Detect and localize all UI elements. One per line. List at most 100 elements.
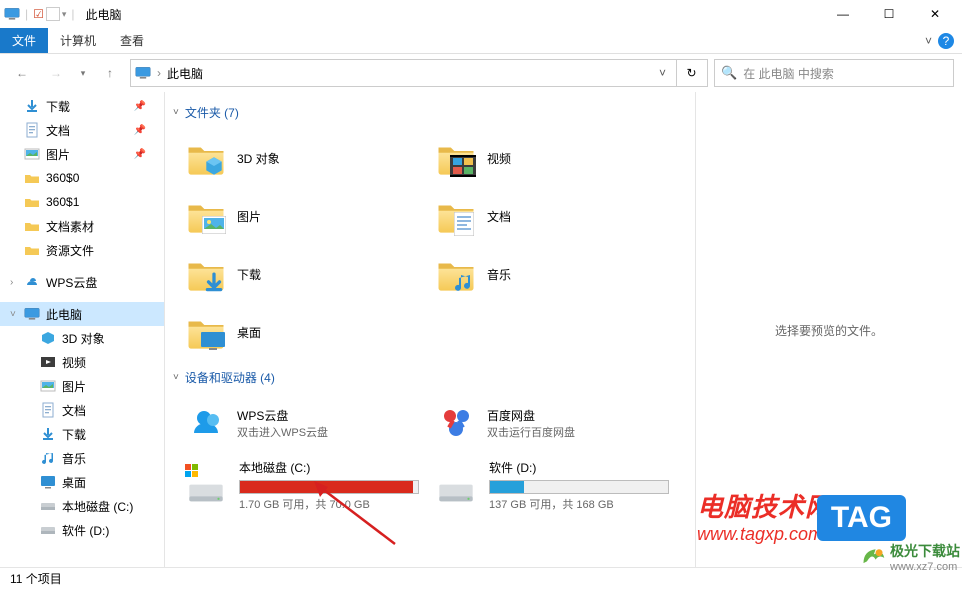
folder-item-图片[interactable]: 图片 — [169, 187, 419, 245]
window-title: 此电脑 — [86, 6, 122, 23]
search-input[interactable]: 🔍 在 此电脑 中搜索 — [714, 59, 954, 87]
group-devices-title: 设备和驱动器 (4) — [185, 369, 275, 386]
sidebar-item-文档素材[interactable]: 文档素材 — [0, 214, 164, 238]
nav-tree: 下载📌文档📌图片📌360$0360$1文档素材资源文件›WPS云盘˅此电脑3D … — [0, 92, 165, 568]
group-folders-title: 文件夹 (7) — [185, 104, 239, 121]
preview-pane: 选择要预览的文件。 — [695, 92, 962, 568]
breadcrumb[interactable]: 此电脑 — [167, 65, 203, 82]
sidebar-item-label: 此电脑 — [46, 306, 82, 323]
up-button[interactable]: ↑ — [96, 59, 124, 87]
sidebar-item-视频[interactable]: 视频 — [0, 350, 164, 374]
back-button[interactable]: ← — [8, 59, 36, 87]
qat-item-icon[interactable] — [46, 7, 60, 21]
drive-label: 本地磁盘 (C:) — [239, 459, 419, 476]
folder-icon — [183, 251, 229, 297]
search-placeholder: 在 此电脑 中搜索 — [743, 65, 834, 82]
maximize-button[interactable]: ☐ — [866, 0, 912, 28]
sidebar-item-label: 资源文件 — [46, 242, 94, 259]
ribbon-chevron-icon[interactable]: ˅ — [925, 34, 932, 48]
sidebar-item-label: 桌面 — [62, 474, 86, 491]
forward-button[interactable]: → — [42, 59, 70, 87]
sidebar-item-label: WPS云盘 — [46, 274, 97, 291]
group-devices-header[interactable]: ˅ 设备和驱动器 (4) — [169, 365, 691, 394]
pin-icon: 📌 — [134, 149, 146, 160]
folder-label: 下载 — [237, 266, 261, 283]
drive-usage-bar — [239, 480, 419, 494]
folder-label: 文档 — [487, 208, 511, 225]
folder-label: 音乐 — [487, 266, 511, 283]
pin-icon: 📌 — [134, 101, 146, 112]
pc-icon — [135, 65, 151, 81]
address-dropdown-icon[interactable]: ˅ — [653, 66, 672, 80]
app-sub: 双击运行百度网盘 — [487, 424, 575, 440]
sidebar-item-下载[interactable]: 下载 — [0, 422, 164, 446]
status-item-count: 11 个项目 — [10, 570, 62, 587]
sidebar-item-label: 音乐 — [62, 450, 86, 467]
folder-item-下载[interactable]: 下载 — [169, 245, 419, 303]
pc-icon — [4, 6, 20, 22]
sidebar-item-软件 (D:)[interactable]: 软件 (D:) — [0, 518, 164, 542]
sidebar-item-图片[interactable]: 图片 — [0, 374, 164, 398]
sidebar-item-文档[interactable]: 文档 — [0, 398, 164, 422]
pin-icon: 📌 — [134, 125, 146, 136]
sidebar-item-label: 文档 — [46, 122, 70, 139]
group-folders-header[interactable]: ˅ 文件夹 (7) — [169, 100, 691, 129]
folder-icon — [183, 309, 229, 355]
device-app-百度网盘[interactable]: 百度网盘双击运行百度网盘 — [419, 394, 669, 452]
drive-free-text: 1.70 GB 可用，共 70.0 GB — [239, 496, 419, 512]
sidebar-item-3D 对象[interactable]: 3D 对象 — [0, 326, 164, 350]
minimize-button[interactable]: — — [820, 0, 866, 28]
sidebar-item-桌面[interactable]: 桌面 — [0, 470, 164, 494]
folder-icon — [433, 135, 479, 181]
chevron-down-icon: ˅ — [173, 372, 179, 383]
folder-item-文档[interactable]: 文档 — [419, 187, 669, 245]
sidebar-item-下载[interactable]: 下载📌 — [0, 94, 164, 118]
sidebar-item-音乐[interactable]: 音乐 — [0, 446, 164, 470]
sidebar-item-label: 文档素材 — [46, 218, 94, 235]
drive-free-text: 137 GB 可用，共 168 GB — [489, 496, 669, 512]
sidebar-item-资源文件[interactable]: 资源文件 — [0, 238, 164, 262]
qat-dropdown-icon[interactable]: ▾ — [62, 9, 67, 20]
sidebar-item-WPS云盘[interactable]: › WPS云盘 — [0, 270, 164, 294]
app-label: 百度网盘 — [487, 407, 575, 424]
chevron-right-icon: › — [10, 277, 13, 288]
qat-divider: | — [25, 7, 28, 21]
file-tab[interactable]: 文件 — [0, 28, 48, 53]
sidebar-item-360$1[interactable]: 360$1 — [0, 190, 164, 214]
sidebar-item-label: 图片 — [46, 146, 70, 163]
breadcrumb-sep: › — [157, 66, 161, 80]
drive-软件 (D:)[interactable]: 软件 (D:)137 GB 可用，共 168 GB — [419, 452, 669, 518]
refresh-button[interactable]: ↻ — [676, 59, 708, 87]
qat-check-icon[interactable]: ☑ — [33, 7, 44, 21]
address-bar[interactable]: › 此电脑 ˅ — [130, 59, 677, 87]
sidebar-item-此电脑[interactable]: ˅此电脑 — [0, 302, 164, 326]
app-icon — [433, 400, 479, 446]
app-label: WPS云盘 — [237, 407, 328, 424]
folder-label: 3D 对象 — [237, 150, 280, 167]
folder-item-3D 对象[interactable]: 3D 对象 — [169, 129, 419, 187]
tab-computer[interactable]: 计算机 — [48, 28, 108, 53]
drive-本地磁盘 (C:)[interactable]: 本地磁盘 (C:) 1.70 GB 可用，共 70.0 GB — [169, 452, 419, 518]
folder-item-音乐[interactable]: 音乐 — [419, 245, 669, 303]
sidebar-item-本地磁盘 (C:)[interactable]: 本地磁盘 (C:) — [0, 494, 164, 518]
sidebar-item-label: 本地磁盘 (C:) — [62, 498, 133, 515]
folder-label: 图片 — [237, 208, 261, 225]
drive-usage-bar — [489, 480, 669, 494]
device-app-WPS云盘[interactable]: WPS云盘双击进入WPS云盘 — [169, 394, 419, 452]
sidebar-item-label: 360$1 — [46, 195, 79, 209]
help-icon[interactable]: ? — [938, 33, 954, 49]
recent-dropdown-icon[interactable]: ▾ — [76, 59, 90, 87]
folder-label: 视频 — [487, 150, 511, 167]
sidebar-item-label: 文档 — [62, 402, 86, 419]
close-button[interactable]: ✕ — [912, 0, 958, 28]
sidebar-item-label: 软件 (D:) — [62, 522, 109, 539]
sidebar-item-文档[interactable]: 文档 📌 — [0, 118, 164, 142]
tab-view[interactable]: 查看 — [108, 28, 156, 53]
sidebar-item-label: 图片 — [62, 378, 86, 395]
search-icon: 🔍 — [721, 65, 737, 81]
sidebar-item-图片[interactable]: 图片 📌 — [0, 142, 164, 166]
folder-icon — [183, 193, 229, 239]
folder-item-视频[interactable]: 视频 — [419, 129, 669, 187]
folder-item-桌面[interactable]: 桌面 — [169, 303, 419, 361]
sidebar-item-360$0[interactable]: 360$0 — [0, 166, 164, 190]
